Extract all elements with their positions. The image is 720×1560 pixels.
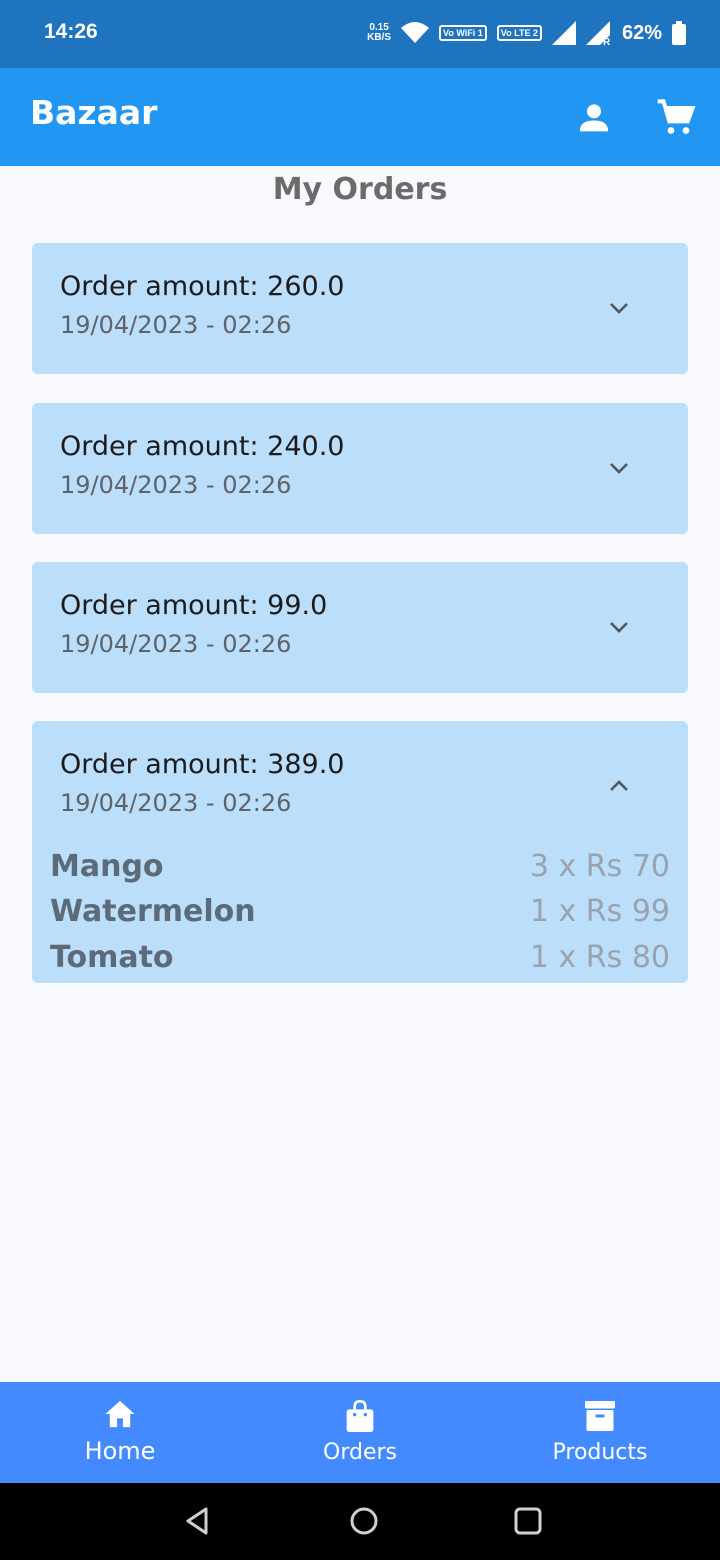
status-bar: 14:26 0.15 KB/S Vo WiFi 1 Vo LTE 2 R 62% <box>0 0 720 68</box>
order-date: 19/04/2023 - 02:26 <box>60 311 292 339</box>
nav-home[interactable]: Home <box>0 1382 240 1483</box>
volte-wifi-icon: Vo WiFi 1 <box>439 25 487 41</box>
app-title: Bazaar <box>30 93 158 132</box>
item-qty-price: 1 x Rs 80 <box>529 939 670 975</box>
nav-orders-label: Orders <box>323 1440 397 1465</box>
wifi-icon <box>401 22 430 43</box>
order-date: 19/04/2023 - 02:26 <box>60 471 292 499</box>
page-title: My Orders <box>272 172 448 207</box>
home-icon <box>105 1400 135 1428</box>
app-bar: Bazaar <box>0 68 720 166</box>
chevron-down-icon[interactable] <box>604 293 634 323</box>
order-date: 19/04/2023 - 02:26 <box>60 630 292 658</box>
battery-percent: 62% <box>621 21 662 44</box>
home-button-icon[interactable] <box>344 1501 384 1541</box>
order-item: Watermelon 1 x Rs 99 <box>50 889 670 933</box>
item-name: Mango <box>50 848 164 884</box>
order-amount: Order amount: 240.0 <box>60 431 345 462</box>
chevron-up-icon[interactable] <box>604 771 634 801</box>
network-speed: 0.15 KB/S <box>367 22 392 43</box>
battery-icon <box>672 21 686 45</box>
back-icon[interactable] <box>178 1501 218 1541</box>
order-item: Mango 3 x Rs 70 <box>50 844 670 888</box>
nav-orders[interactable]: Orders <box>240 1382 480 1483</box>
item-name: Watermelon <box>50 893 256 929</box>
order-amount: Order amount: 99.0 <box>60 590 328 621</box>
bottom-navigation: Home Orders Products <box>0 1382 720 1483</box>
shopping-bag-icon <box>346 1399 374 1432</box>
order-date: 19/04/2023 - 02:26 <box>60 789 292 817</box>
signal-roaming-icon: R <box>585 21 611 45</box>
status-icons: 0.15 KB/S Vo WiFi 1 Vo LTE 2 R 62% <box>367 16 686 50</box>
account-icon[interactable] <box>574 98 614 138</box>
order-item: Tomato 1 x Rs 80 <box>50 935 670 979</box>
order-card[interactable]: Order amount: 260.0 19/04/2023 - 02:26 <box>32 243 688 374</box>
cart-icon[interactable] <box>656 98 696 138</box>
chevron-down-icon[interactable] <box>604 612 634 642</box>
status-time: 14:26 <box>44 20 98 43</box>
chevron-down-icon[interactable] <box>604 453 634 483</box>
nav-home-label: Home <box>84 1437 156 1465</box>
signal-icon <box>551 21 576 45</box>
system-navigation-bar <box>0 1483 720 1560</box>
order-card[interactable]: Order amount: 240.0 19/04/2023 - 02:26 <box>32 403 688 534</box>
item-name: Tomato <box>50 939 174 975</box>
volte-lte-icon: Vo LTE 2 <box>496 25 542 41</box>
nav-products-label: Products <box>552 1440 648 1465</box>
svg-text:R: R <box>603 37 611 45</box>
order-amount: Order amount: 389.0 <box>60 749 345 780</box>
order-amount: Order amount: 260.0 <box>60 271 345 302</box>
order-card-expanded[interactable]: Order amount: 389.0 19/04/2023 - 02:26 M… <box>32 721 688 983</box>
item-qty-price: 1 x Rs 99 <box>529 893 670 929</box>
item-qty-price: 3 x Rs 70 <box>529 848 670 884</box>
recents-icon[interactable] <box>508 1501 548 1541</box>
nav-products[interactable]: Products <box>480 1382 720 1483</box>
order-card[interactable]: Order amount: 99.0 19/04/2023 - 02:26 <box>32 562 688 693</box>
archive-box-icon <box>585 1401 615 1431</box>
